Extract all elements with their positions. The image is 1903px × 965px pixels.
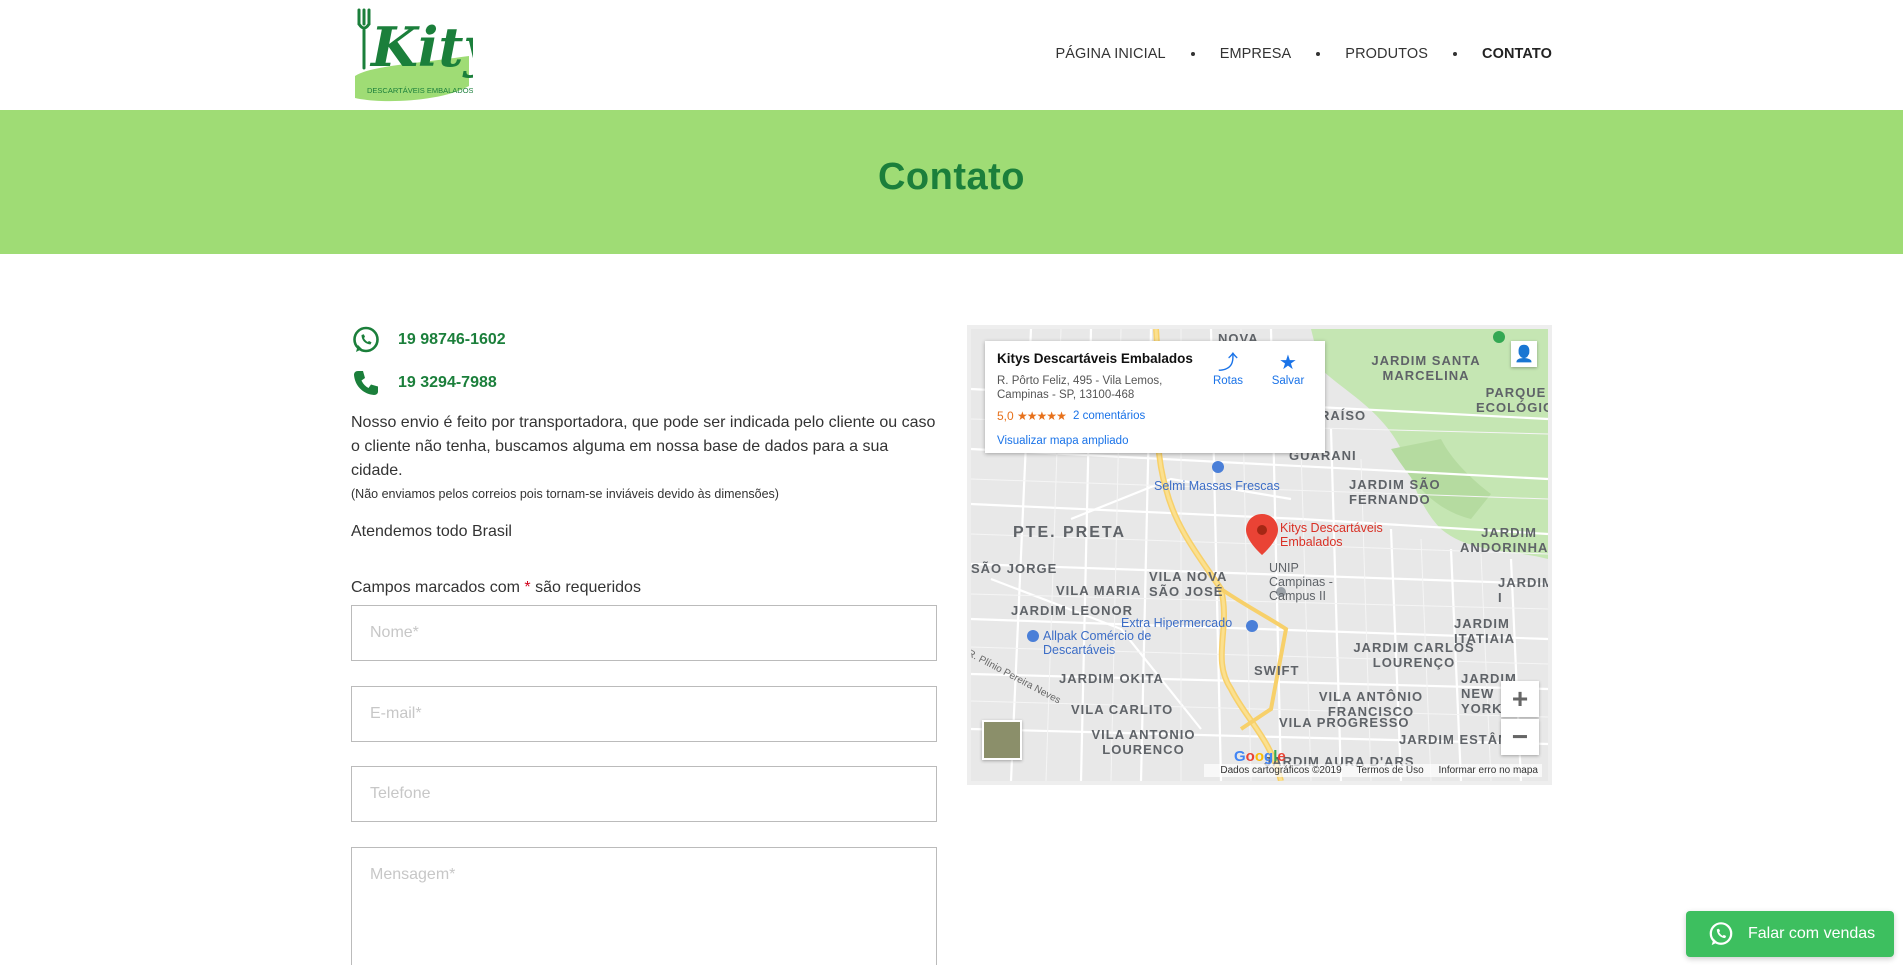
map-poi[interactable]: UNIP Campinas - Campus II [1269,561,1339,603]
map-report-link[interactable]: Informar erro no mapa [1439,765,1539,776]
save-label: Salvar [1271,375,1305,387]
map-label: JARDIM CARLOS LOURENÇO [1353,640,1475,670]
save-place-button[interactable]: ★ Salvar [1265,351,1311,387]
google-logo: Google [1234,748,1286,765]
nav-separator [1453,52,1458,56]
whatsapp-icon [351,325,381,355]
nav-separator [1316,52,1321,56]
zoom-out-button[interactable]: − [1501,719,1539,755]
directions-label: Rotas [1212,375,1244,387]
main-nav: PÁGINA INICIAL EMPRESA PRODUTOS CONTATO [1056,46,1553,62]
required-fields-note: Campos marcados com * são requeridos [351,579,937,597]
kitys-logo[interactable]: Kitys DESCARTÁVEIS EMBALADOS [351,6,525,102]
map-label: VILA MARIA [1056,583,1142,598]
view-larger-map-link[interactable]: Visualizar mapa ampliado [997,435,1128,447]
nav-empresa[interactable]: EMPRESA [1220,46,1292,62]
google-map[interactable]: NOVA JARDIM SANTA MARCELINA PARQUE ECOLÓ… [967,325,1552,785]
map-label: SÃO JORGE [971,561,1058,576]
map-label: VILA NOVA SÃO JOSÉ [1149,569,1227,599]
place-rating: 5,0 ★★★★★ [997,409,1067,423]
phone-icon [351,368,381,398]
map-marker-label[interactable]: Kitys Descartáveis Embalados [1280,521,1390,549]
required-suffix: são requeridos [535,579,641,596]
map-label: SWIFT [1254,663,1300,678]
directions-button[interactable]: ⤴ Rotas [1205,351,1251,387]
place-name: Kitys Descartáveis Embalados [997,351,1193,366]
phone-number[interactable]: 19 3294-7988 [398,374,497,392]
map-label: JARDIM SANTA MARCELINA [1371,353,1481,383]
map-label: PARQUE ECOLÓGICO [1476,385,1548,415]
required-star: * [524,579,531,596]
map-terms-link[interactable]: Termos de Uso [1356,765,1423,776]
map-label: VILA ANTONIO LOURENCO [1091,727,1196,757]
map-poi[interactable]: Selmi Massas Frescas [1154,479,1280,493]
nav-contato[interactable]: CONTATO [1482,46,1552,62]
phone-row: 19 3294-7988 [351,368,937,398]
map-footer: Dados cartográficos ©2019 Termos de Uso … [1204,764,1542,777]
message-field[interactable] [351,847,937,965]
page-title: Contato [877,156,1026,198]
map-label: JARDIM SÃO FERNANDO [1349,477,1441,507]
phone-field[interactable] [351,766,937,822]
map-label: JARDIM I [1498,575,1552,605]
whatsapp-sales-button[interactable]: Falar com vendas [1686,911,1894,957]
contact-info: 19 98746-1602 19 3294-7988 Nosso envio é… [351,325,937,597]
map-label: JARDIM ANDORINHAS [1459,525,1552,555]
map-data-credit: Dados cartográficos ©2019 [1220,765,1342,776]
star-icon: ★ [1279,352,1297,374]
street-view-pegman-icon[interactable]: 👤 [1511,341,1537,367]
whatsapp-sales-label: Falar com vendas [1748,925,1876,942]
zoom-in-button[interactable]: + [1501,681,1539,717]
map-info-card: Kitys Descartáveis Embalados R. Pôrto Fe… [985,341,1325,453]
reviews-link[interactable]: 2 comentários [1073,410,1145,422]
rating-value: 5,0 [997,409,1014,423]
nav-home[interactable]: PÁGINA INICIAL [1056,46,1166,62]
directions-icon: ⤴ [1218,352,1238,374]
coverage-text: Atendemos todo Brasil [351,523,512,540]
whatsapp-row: 19 98746-1602 [351,325,937,355]
place-address: R. Pôrto Feliz, 495 - Vila Lemos, Campin… [997,375,1163,401]
rating-stars: ★★★★★ [1017,409,1067,423]
name-field[interactable] [351,605,937,661]
map-label: VILA CARLITO [1071,702,1174,717]
map-label: VILA PROGRESSO [1279,715,1410,730]
required-prefix: Campos marcados com [351,579,520,596]
map-label: JARDIM LEONOR [1011,603,1134,618]
nav-produtos[interactable]: PRODUTOS [1345,46,1428,62]
whatsapp-icon [1708,921,1734,947]
email-field[interactable] [351,686,937,742]
shipping-note: (Não enviamos pelos correios pois tornam… [351,487,779,501]
satellite-toggle[interactable] [982,720,1022,760]
map-label: RAÍSO [1320,408,1367,423]
site-header: Kitys DESCARTÁVEIS EMBALADOS PÁGINA INIC… [0,0,1903,110]
nav-separator [1190,52,1195,56]
map-label: PTE. PRETA [1013,524,1127,541]
map-poi[interactable]: Extra Hipermercado [1121,616,1232,630]
shipping-text: Nosso envio é feito por transportadora, … [351,414,936,479]
map-label: JARDIM OKITA [1059,671,1164,686]
svg-text:Kitys: Kitys [369,15,473,79]
whatsapp-number[interactable]: 19 98746-1602 [398,331,506,349]
page-banner: Contato [0,110,1903,254]
map-poi[interactable]: Allpak Comércio de Descartáveis [1043,629,1163,657]
svg-text:DESCARTÁVEIS EMBALADOS: DESCARTÁVEIS EMBALADOS [367,86,473,95]
